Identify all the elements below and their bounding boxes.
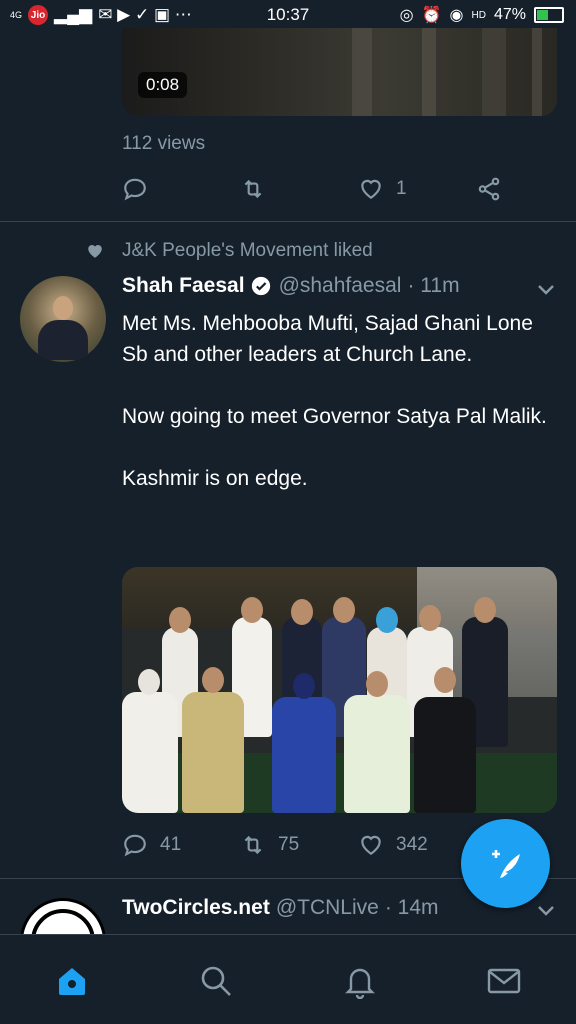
like-button[interactable]: 342 bbox=[358, 832, 428, 858]
mail-icon bbox=[487, 968, 521, 994]
tweet-header: TwoCircles.net @TCNLive · 14m bbox=[122, 896, 439, 920]
battery-percent: 47% bbox=[493, 6, 526, 23]
video-duration-badge: 0:08 bbox=[138, 72, 188, 98]
social-context-text: J&K People's Movement liked bbox=[122, 240, 373, 261]
retweet-icon bbox=[244, 835, 262, 855]
author-name[interactable]: TwoCircles.net bbox=[122, 896, 270, 920]
photo-figure bbox=[122, 692, 178, 813]
nav-messages[interactable] bbox=[486, 963, 522, 999]
search-icon bbox=[201, 966, 231, 996]
tweet-header: Shah Faesal @shahfaesal · 11m bbox=[122, 274, 460, 298]
avatar[interactable] bbox=[20, 276, 106, 362]
home-icon bbox=[59, 968, 85, 995]
nav-notifications[interactable] bbox=[342, 963, 378, 1000]
photo-scarf bbox=[293, 673, 315, 699]
chevron-down-icon[interactable] bbox=[536, 904, 556, 918]
photo-figure bbox=[182, 692, 244, 813]
author-name[interactable]: Shah Faesal bbox=[122, 274, 245, 298]
nav-home[interactable] bbox=[54, 963, 90, 999]
tweet-divider bbox=[0, 221, 576, 222]
hd-label: HD bbox=[471, 9, 486, 21]
video-frame bbox=[352, 28, 542, 116]
photo-figure bbox=[344, 695, 410, 813]
retweet-count: 75 bbox=[278, 834, 300, 855]
like-count: 1 bbox=[396, 178, 407, 199]
avatar-head bbox=[53, 296, 73, 320]
tweet-text: Met Ms. Mehbooba Mufti, Sajad Ghani Lone… bbox=[122, 312, 547, 490]
heart-filled-icon bbox=[88, 245, 102, 258]
photo-face bbox=[241, 597, 263, 623]
reply-button[interactable]: 41 bbox=[122, 832, 181, 858]
reply-count: 41 bbox=[160, 834, 182, 855]
battery-icon bbox=[534, 7, 564, 23]
photo-face bbox=[169, 607, 191, 633]
tweet-photo[interactable] bbox=[122, 567, 557, 813]
photo-face bbox=[434, 667, 456, 693]
photo-turban bbox=[376, 607, 398, 633]
author-handle[interactable]: @shahfaesal bbox=[279, 274, 402, 298]
eye-icon: ◉ bbox=[449, 7, 464, 24]
heart-icon bbox=[361, 179, 381, 199]
video-views: 112 views bbox=[122, 133, 206, 154]
reply-icon bbox=[124, 178, 146, 201]
reply-icon bbox=[124, 834, 146, 857]
author-handle[interactable]: @TCNLive bbox=[276, 896, 379, 920]
heart-icon bbox=[361, 835, 381, 855]
photo-figure bbox=[414, 697, 476, 813]
share-button[interactable] bbox=[476, 176, 502, 202]
tweet-video[interactable] bbox=[122, 28, 557, 116]
tweet-time: · 14m bbox=[384, 896, 439, 919]
bottom-nav bbox=[0, 934, 576, 1024]
tweet-time: · 11m bbox=[407, 274, 460, 297]
share-icon bbox=[478, 177, 500, 201]
photo-face bbox=[419, 605, 441, 631]
compose-tweet-button[interactable] bbox=[461, 819, 550, 908]
alarm-icon: ⏰ bbox=[421, 7, 442, 24]
social-context[interactable]: J&K People's Movement liked bbox=[86, 240, 373, 262]
status-bar: 4G Jio ▂▄▆ ✉ ▶ ✓ ▣ ⋯ 10:37 ◎ ⏰ ◉ HD 47% bbox=[0, 0, 576, 30]
headset-icon: ◎ bbox=[399, 7, 414, 24]
compose-tweet-icon bbox=[491, 849, 520, 878]
photo-figure bbox=[272, 697, 336, 813]
photo-face bbox=[202, 667, 224, 693]
photo-face bbox=[291, 599, 313, 625]
retweet-icon bbox=[244, 179, 262, 199]
status-right-icons: ◎ ⏰ ◉ HD 47% bbox=[400, 5, 564, 25]
photo-face bbox=[366, 671, 388, 697]
battery-fill bbox=[537, 10, 549, 20]
retweet-button[interactable] bbox=[240, 176, 266, 202]
photo-cap bbox=[138, 669, 160, 695]
retweet-button[interactable]: 75 bbox=[240, 832, 299, 858]
avatar-body bbox=[38, 320, 88, 360]
like-count: 342 bbox=[396, 834, 428, 855]
like-button[interactable]: 1 bbox=[358, 176, 407, 202]
verified-badge-icon bbox=[251, 276, 270, 296]
nav-search[interactable] bbox=[198, 963, 234, 999]
photo-face bbox=[474, 597, 496, 623]
chevron-down-icon[interactable] bbox=[536, 283, 556, 297]
photo-face bbox=[333, 597, 355, 623]
reply-button[interactable] bbox=[122, 176, 148, 202]
bell-icon bbox=[345, 968, 375, 1000]
